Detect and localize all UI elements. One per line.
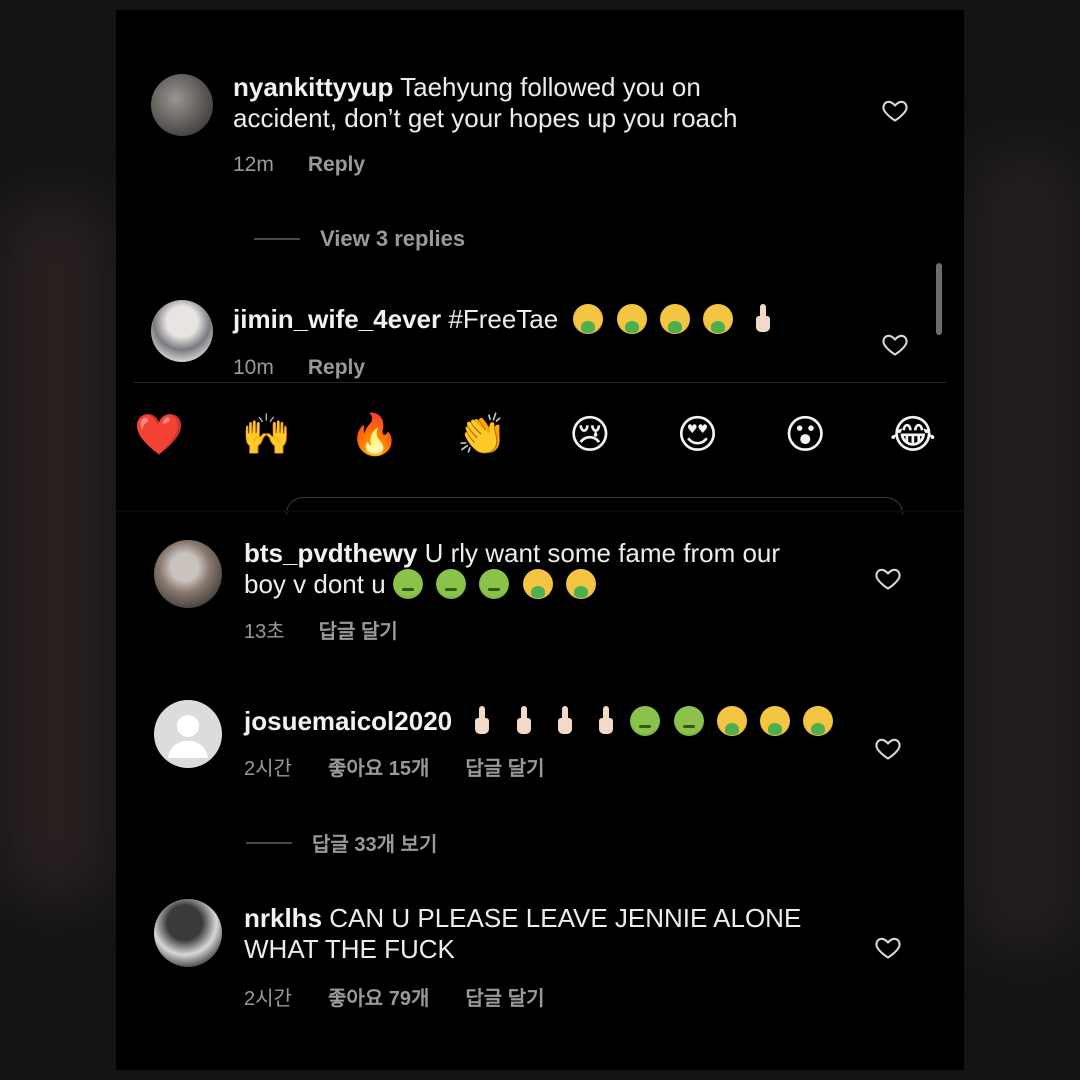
- comment-time: 13초: [244, 621, 285, 643]
- comment-time: 2시간: [244, 758, 292, 780]
- comment-time: 2시간: [244, 988, 292, 1010]
- reply-button[interactable]: 답글 달기: [465, 752, 544, 781]
- clapping-hands-icon[interactable]: 👏: [457, 412, 507, 458]
- divider: [134, 382, 946, 383]
- default-avatar-icon: [168, 715, 208, 758]
- heart-icon[interactable]: [874, 734, 902, 762]
- comment-text: #FreeTae: [448, 304, 559, 334]
- face-vomiting-icon: [803, 706, 834, 736]
- face-vomiting-icon: [522, 569, 553, 599]
- face-vomiting-icon: [760, 706, 790, 736]
- comment-bts-pvdthewy: bts_pvdthewy U rly want some fame from o…: [116, 520, 964, 650]
- view-replies-button[interactable]: View 3 replies: [254, 226, 465, 252]
- avatar[interactable]: [154, 700, 222, 768]
- comment-username[interactable]: nrklhs: [244, 903, 322, 933]
- comment-nyankittyyup: nyankittyyup Taehyung followed you on ac…: [116, 10, 964, 260]
- likes-count[interactable]: 좋아요 15개: [328, 752, 429, 781]
- nauseated-face-icon: [436, 569, 467, 599]
- middle-finger-icon: [516, 706, 531, 736]
- replies-line: [246, 841, 292, 844]
- view-replies-label: View 3 replies: [320, 226, 466, 251]
- comment-josuemaicol2020: josuemaicol2020 2시간 좋아요 15개 답글 달기 답글 33개…: [116, 690, 964, 860]
- comment-username[interactable]: nyankittyyup: [233, 72, 393, 102]
- comment-time: 12m: [233, 153, 274, 176]
- crying-face-icon[interactable]: 😢: [567, 412, 613, 458]
- open-mouth-icon[interactable]: 😮: [782, 412, 828, 458]
- comment-jimin-wife-4ever: jimin_wife_4ever #FreeTae 10m Reply: [116, 280, 964, 385]
- tears-of-joy-icon[interactable]: 😂: [890, 412, 937, 458]
- heart-icon[interactable]: [874, 933, 902, 961]
- comment-text: WHAT THE FUCK: [244, 934, 455, 964]
- reply-button[interactable]: Reply: [308, 153, 365, 177]
- raising-hands-icon[interactable]: 🙌: [242, 412, 292, 458]
- heart-icon[interactable]: [881, 96, 909, 124]
- comment-username[interactable]: bts_pvdthewy: [244, 538, 417, 568]
- avatar[interactable]: [154, 899, 222, 967]
- face-vomiting-icon: [573, 304, 604, 334]
- backdrop-blur-left: [0, 200, 110, 900]
- emoji-reaction-bar: ❤️ 🙌 🔥 👏 😢 😍 😮 😂: [134, 405, 937, 465]
- reply-button[interactable]: Reply: [308, 356, 365, 380]
- backdrop-blur-right: [970, 150, 1080, 950]
- comments-screenshot: nyankittyyup Taehyung followed you on ac…: [116, 10, 964, 1070]
- comment-text: U rly want some fame from our: [424, 538, 781, 568]
- nauseated-face-icon: [479, 569, 510, 599]
- avatar[interactable]: [154, 540, 222, 608]
- face-vomiting-icon: [716, 706, 747, 736]
- replies-line: [254, 238, 300, 240]
- comment-text: boy v dont u: [244, 569, 386, 599]
- comment-text: CAN U PLEASE LEAVE JENNIE ALONE: [329, 903, 802, 933]
- face-vomiting-icon: [659, 304, 690, 334]
- comment-nrklhs: nrklhs CAN U PLEASE LEAVE JENNIE ALONE W…: [116, 885, 964, 1015]
- view-replies-label: 답글 33개 보기: [312, 834, 438, 856]
- nauseated-face-icon: [630, 706, 661, 736]
- view-replies-button[interactable]: 답글 33개 보기: [246, 828, 437, 857]
- heart-icon[interactable]: [874, 564, 902, 592]
- comment-text: Taehyung followed you on: [400, 72, 701, 102]
- nauseated-face-icon: [392, 569, 423, 599]
- middle-finger-icon: [475, 706, 490, 736]
- nauseated-face-icon: [673, 706, 704, 736]
- heart-eyes-icon[interactable]: 😍: [675, 412, 721, 458]
- comment-username[interactable]: josuemaicol2020: [244, 706, 452, 736]
- face-vomiting-icon: [616, 304, 647, 334]
- face-vomiting-icon: [565, 569, 596, 599]
- red-heart-icon[interactable]: ❤️: [134, 412, 184, 458]
- heart-icon[interactable]: [881, 330, 909, 358]
- comment-time: 10m: [233, 356, 274, 379]
- avatar[interactable]: [151, 74, 213, 136]
- likes-count[interactable]: 좋아요 79개: [328, 982, 429, 1011]
- screenshot-seam: [116, 510, 964, 512]
- reply-button[interactable]: 답글 달기: [465, 982, 544, 1011]
- avatar[interactable]: [151, 300, 213, 362]
- comment-text: accident, don’t get your hopes up you ro…: [233, 103, 738, 133]
- middle-finger-icon: [557, 706, 572, 736]
- face-vomiting-icon: [703, 304, 734, 334]
- reply-button[interactable]: 답글 달기: [319, 615, 398, 644]
- comment-username[interactable]: jimin_wife_4ever: [233, 304, 441, 334]
- middle-finger-icon: [599, 706, 614, 736]
- fire-icon[interactable]: 🔥: [350, 412, 400, 458]
- middle-finger-icon: [756, 304, 771, 334]
